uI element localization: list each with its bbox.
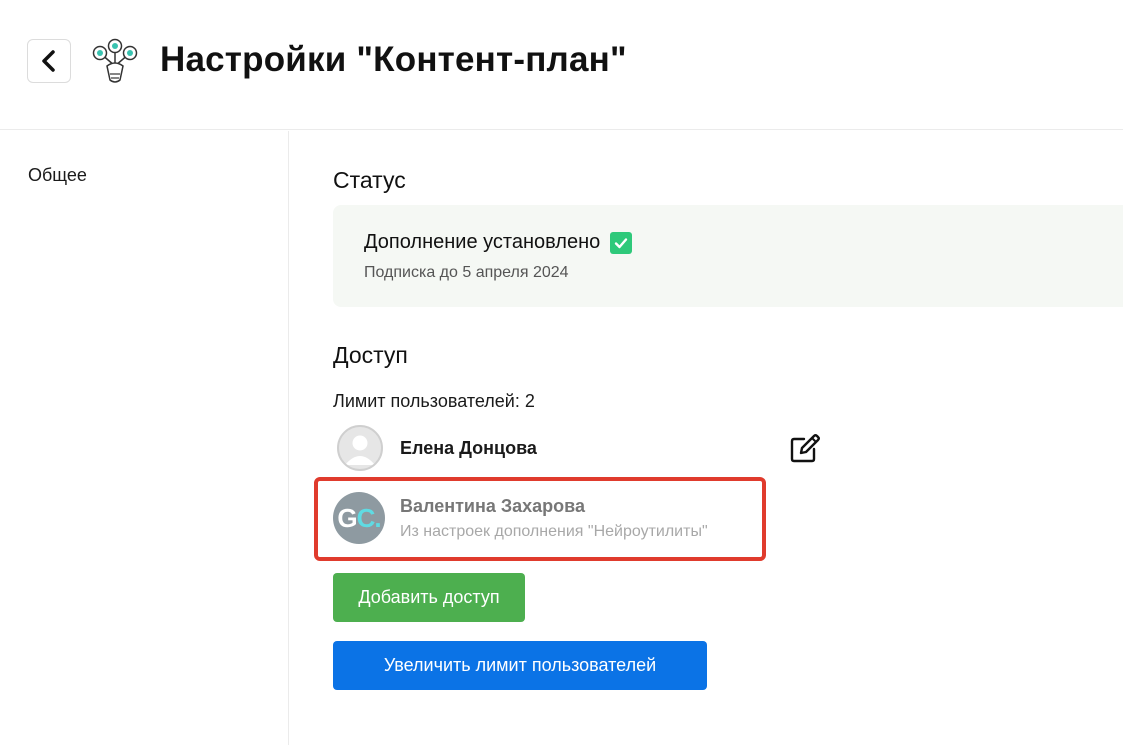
avatar-initial-accent: C. [356, 502, 382, 533]
user-name: Валентина Захарова [400, 496, 585, 516]
status-installed-label: Дополнение установлено [364, 231, 601, 253]
edit-icon[interactable] [788, 433, 822, 465]
back-button[interactable] [27, 39, 71, 83]
user-limit-text: Лимит пользователей: 2 [333, 391, 535, 411]
increase-limit-button[interactable]: Увеличить лимит пользователей [333, 641, 707, 690]
status-card: Дополнение установлено Подписка до 5 апр… [333, 205, 1123, 307]
checkmark-icon [610, 231, 633, 254]
user-name: Елена Донцова [400, 438, 537, 458]
user-avatar: G C. [333, 492, 385, 544]
subscription-text: Подписка до 5 апреля 2024 [364, 264, 569, 281]
default-avatar-icon [337, 425, 383, 471]
addon-logo-icon [92, 38, 138, 83]
page-title: Настройки "Контент-план" [160, 40, 627, 79]
access-section-title: Доступ [333, 342, 408, 368]
status-installed: Дополнение установлено [364, 231, 633, 254]
user-row: Елена Донцова [333, 424, 833, 474]
status-section-title: Статус [333, 167, 406, 193]
sidebar-item-general[interactable]: Общее [28, 165, 87, 186]
add-access-button[interactable]: Добавить доступ [333, 573, 525, 622]
page-header: Настройки "Контент-план" [0, 0, 1123, 130]
avatar-initial: G [337, 502, 357, 533]
sidebar: Общее [0, 131, 289, 745]
chevron-left-icon [42, 50, 55, 72]
user-access-source: Из настроек дополнения "Нейроутилиты" [400, 523, 708, 540]
